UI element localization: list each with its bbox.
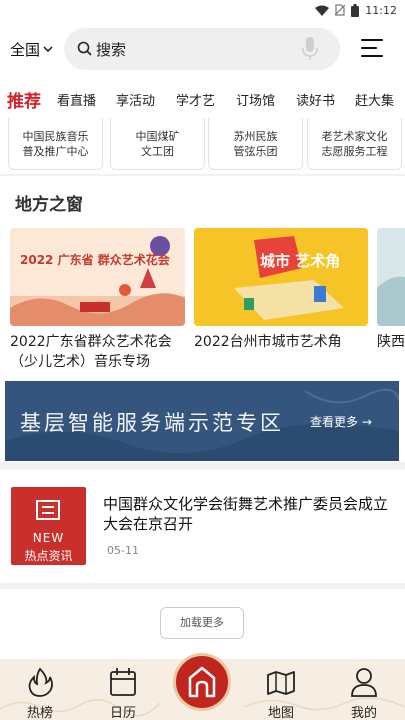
event-poster-image: 2022 广东省 群众艺术花会 bbox=[10, 228, 185, 326]
partner-card[interactable]: 中国民族音乐 普及推广中心 bbox=[8, 118, 103, 170]
nav-item-hot[interactable]: 热榜 bbox=[10, 667, 70, 720]
microphone-icon[interactable] bbox=[302, 37, 318, 61]
no-sim-icon bbox=[335, 4, 346, 16]
search-input[interactable]: 搜索 bbox=[96, 39, 126, 60]
nav-label: 地图 bbox=[267, 706, 294, 720]
news-doc-icon bbox=[36, 500, 60, 520]
partner-name-line2: 管弦乐团 bbox=[233, 145, 278, 158]
partner-card[interactable]: 苏州民族 管弦乐团 bbox=[208, 118, 303, 170]
news-new-badge: NEW bbox=[32, 531, 65, 545]
partner-name-line1: 中国民族音乐 bbox=[22, 130, 89, 143]
section-title: 地方之窗 bbox=[15, 195, 83, 215]
partner-name-line1: 老艺术家文化 bbox=[321, 130, 388, 143]
demo-zone-banner[interactable]: 基层智能服务端示范专区 查看更多 → bbox=[5, 381, 399, 461]
tab-market[interactable]: 赶大集 bbox=[355, 90, 394, 109]
local-window-section: 地方之窗 2022 广东省 群众艺术花会 2022广东省群众艺术花会（少儿艺术）… bbox=[0, 176, 405, 462]
nav-item-profile[interactable]: 我的 bbox=[334, 667, 394, 720]
app-root: 11:12 全国 搜索 推荐 看直播 享活动 学才艺 订场馆 读好书 赶大集 中 bbox=[0, 0, 405, 720]
news-date: 05-11 bbox=[107, 544, 139, 557]
calendar-icon bbox=[110, 668, 136, 696]
menu-icon[interactable] bbox=[361, 39, 383, 57]
map-icon bbox=[267, 671, 295, 695]
news-category-tag: 热点资讯 bbox=[24, 549, 73, 563]
banner-view-more-link[interactable]: 查看更多 → bbox=[310, 413, 372, 430]
event-card-caption[interactable]: 2022台州市城市艺术角 bbox=[194, 332, 374, 352]
partner-name-line1: 苏州民族 bbox=[233, 130, 278, 143]
tab-learn[interactable]: 学才艺 bbox=[176, 90, 215, 109]
nav-label: 我的 bbox=[350, 706, 377, 720]
load-more-area: 加载更多 bbox=[0, 589, 405, 659]
nav-label: 日历 bbox=[109, 706, 136, 720]
event-poster-image: 城市 艺术角 bbox=[194, 228, 368, 326]
status-bar: 11:12 bbox=[0, 0, 405, 20]
event-card-caption[interactable]: 2022广东省群众艺术花会（少儿艺术）音乐专场 bbox=[10, 332, 190, 372]
load-more-button[interactable]: 加载更多 bbox=[160, 607, 244, 639]
wifi-icon bbox=[315, 5, 330, 16]
partner-name-line2: 普及推广中心 bbox=[22, 145, 89, 158]
flame-icon bbox=[28, 667, 53, 697]
partner-card[interactable]: 中国煤矿 文工团 bbox=[110, 118, 205, 170]
news-list-item[interactable]: NEW 热点资讯 中国群众文化学会街舞艺术推广委员会成立大会在京召开 05-11 bbox=[0, 470, 405, 583]
region-selector[interactable]: 全国 bbox=[10, 39, 53, 60]
tab-books[interactable]: 读好书 bbox=[296, 90, 335, 109]
event-card-image[interactable]: 2022 广东省 群众艺术花会 bbox=[10, 228, 185, 326]
partner-name-line1: 中国煤矿 bbox=[135, 130, 180, 143]
news-thumbnail: NEW 热点资讯 bbox=[11, 487, 86, 565]
nav-item-map[interactable]: 地图 bbox=[251, 667, 311, 720]
status-time: 11:12 bbox=[365, 3, 397, 17]
search-bar[interactable]: 搜索 bbox=[64, 28, 340, 70]
chevron-down-icon bbox=[43, 46, 53, 53]
tab-activities[interactable]: 享活动 bbox=[116, 90, 155, 109]
news-title[interactable]: 中国群众文化学会街舞艺术推广委员会成立大会在京召开 bbox=[103, 494, 393, 534]
partner-name-line2: 志愿服务工程 bbox=[321, 145, 388, 158]
user-icon bbox=[351, 668, 377, 697]
nav-label: 热榜 bbox=[26, 706, 53, 720]
event-poster-text: 城市 艺术角 bbox=[260, 252, 340, 270]
banner-title: 基层智能服务端示范专区 bbox=[20, 411, 284, 435]
nav-item-home[interactable] bbox=[173, 653, 231, 711]
event-poster-text: 2022 广东省 群众艺术花会 bbox=[20, 252, 171, 267]
app-header: 全国 搜索 bbox=[0, 20, 405, 78]
battery-icon bbox=[351, 3, 360, 17]
partner-row: 中国民族音乐 普及推广中心 中国煤矿文工团 苏州民族管弦乐团 老艺术家文化 志愿服务… bbox=[0, 118, 405, 174]
search-icon bbox=[77, 41, 92, 56]
bottom-navigation: 热榜 日历 地图 我的 bbox=[0, 653, 405, 720]
event-card-image[interactable] bbox=[377, 228, 405, 326]
home-icon bbox=[188, 666, 216, 698]
nav-item-calendar[interactable]: 日历 bbox=[93, 667, 153, 720]
event-card-image[interactable]: 城市 艺术角 bbox=[194, 228, 368, 326]
tab-live[interactable]: 看直播 bbox=[57, 90, 96, 109]
partner-card[interactable]: 老艺术家文化 志愿服务工程 bbox=[307, 118, 402, 170]
tab-recommend[interactable]: 推荐 bbox=[7, 87, 41, 112]
category-tabs: 推荐 看直播 享活动 学才艺 订场馆 读好书 赶大集 bbox=[0, 78, 405, 118]
region-label: 全国 bbox=[10, 41, 41, 59]
event-card-caption[interactable]: 陕西 bbox=[377, 332, 405, 352]
event-poster-image bbox=[377, 228, 405, 326]
partner-name-line2: 文工团 bbox=[141, 145, 174, 158]
tab-venues[interactable]: 订场馆 bbox=[236, 90, 275, 109]
